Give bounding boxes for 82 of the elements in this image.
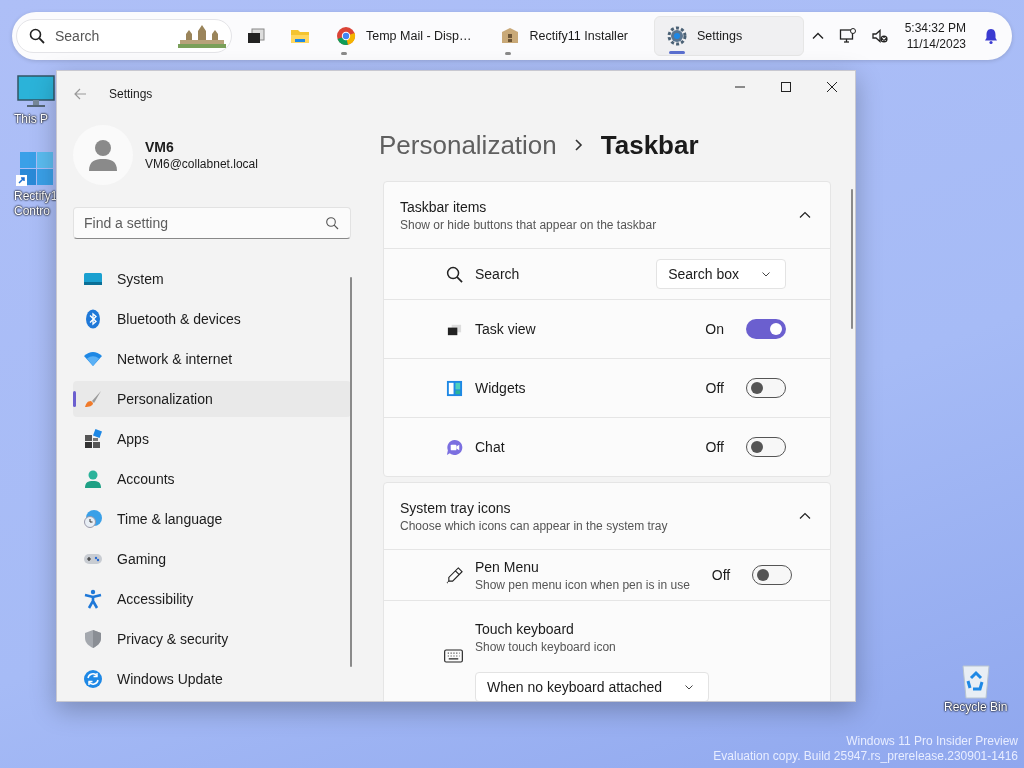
build-info-text: Windows 11 Pro Insider Preview [846, 734, 1018, 749]
chevron-right-icon [572, 137, 585, 153]
taskbar-search-field[interactable]: Search [16, 19, 232, 53]
muted-speaker-icon[interactable] [870, 27, 889, 45]
chat-icon [446, 438, 463, 456]
section-header[interactable]: Taskbar items Show or hide buttons that appear on the taskbar [384, 182, 830, 248]
taskbar-app-button[interactable]: Temp Mail - Disp… [324, 16, 484, 56]
nav-item[interactable]: Bluetooth & devices [73, 301, 351, 337]
nav-item[interactable]: Network & internet [73, 341, 351, 377]
setting-label: Chat [475, 439, 506, 455]
toggle-switch[interactable] [746, 378, 786, 398]
toggle-state-label: Off [705, 380, 724, 396]
toggle-switch[interactable] [752, 565, 793, 585]
globe-clock-icon [83, 509, 103, 529]
search-icon [446, 265, 463, 283]
scrollbar[interactable] [851, 189, 853, 329]
scrollbar[interactable] [350, 277, 352, 667]
gear-icon [667, 26, 687, 46]
breadcrumb-link[interactable]: Personalization [379, 129, 557, 161]
user-email: VM6@collabnet.local [145, 157, 258, 171]
accessibility-icon [83, 589, 103, 609]
toggle-state-label: On [705, 321, 724, 337]
shortcut-icon[interactable] [16, 149, 56, 189]
desktop-icon-label: Contro [14, 204, 51, 219]
section-subtitle: Choose which icons can appear in the system tray [400, 518, 668, 533]
clock-time: 5:34:32 PM [904, 20, 966, 36]
chevron-down-icon [761, 269, 771, 279]
settings-search-field[interactable]: Find a setting [73, 207, 351, 239]
user-name: VM6 [145, 139, 175, 155]
back-arrow-icon[interactable] [73, 87, 87, 101]
bluetooth-icon [83, 309, 103, 329]
setting-label: Task view [475, 321, 537, 337]
setting-label: Widgets [475, 380, 527, 396]
network-icon[interactable] [838, 27, 857, 45]
landmark-icon [178, 24, 226, 48]
nav-item[interactable]: Time & language [73, 501, 351, 537]
setting-description: Show pen menu icon when pen is in use [475, 577, 690, 592]
toggle-state-label: Off [711, 567, 731, 583]
dropdown[interactable]: Search box [656, 259, 786, 289]
desktop-icon-label: This P [14, 112, 48, 127]
apps-grid-icon [83, 429, 103, 449]
person-icon [83, 469, 103, 489]
taskbar-app-button[interactable]: Rectify11 Installer [487, 16, 640, 56]
browser-icon [336, 26, 356, 46]
clock-date: 11/14/2023 [906, 36, 966, 52]
search-icon [29, 28, 45, 44]
package-icon [499, 26, 520, 46]
section-subtitle: Show or hide buttons that appear on the taskbar [400, 217, 657, 232]
clock[interactable]: 5:34:32 PM 11/14/2023 [902, 20, 968, 52]
pen-icon [446, 566, 463, 584]
setting-label: Pen Menu [475, 558, 540, 575]
dropdown[interactable]: When no keyboard attached [475, 671, 710, 701]
nav-item[interactable]: Accounts [73, 461, 351, 497]
section-header[interactable]: System tray icons Choose which icons can appear in the system tray [384, 483, 830, 549]
bell-icon[interactable] [982, 27, 1000, 45]
nav-item[interactable]: System [73, 261, 351, 297]
section-title: System tray icons [400, 499, 512, 516]
search-icon [325, 216, 339, 230]
toggle-state-label: Off [705, 439, 724, 455]
setting-description: Show touch keyboard icon [475, 639, 616, 654]
keyboard-icon [444, 649, 463, 663]
nav-item[interactable]: Accessibility [73, 581, 351, 617]
window-title: Settings [109, 87, 153, 101]
setting-label: Touch keyboard [475, 620, 575, 637]
nav-item[interactable]: Privacy & security [73, 621, 351, 657]
nav-item[interactable]: Apps [73, 421, 351, 457]
toggle-switch[interactable] [746, 437, 786, 457]
task-view-icon [246, 26, 266, 46]
desktop-icon-label: Rectify1 [14, 189, 58, 204]
widgets-icon [446, 379, 463, 397]
page-title: Taskbar [600, 129, 699, 161]
shield-icon [83, 629, 103, 649]
nav-item[interactable]: Windows Update [73, 661, 351, 697]
build-info-text: Evaluation copy. Build 25947.rs_prerelease.230901-1416 [713, 749, 1018, 764]
nav-item[interactable]: Gaming [73, 541, 351, 577]
desktop-icon-label: Recycle Bin [944, 700, 1008, 715]
section-title: Taskbar items [400, 198, 488, 215]
sync-icon [83, 669, 103, 689]
setting-label: Search [475, 266, 521, 282]
nav-item[interactable]: Personalization [73, 381, 351, 417]
toggle-switch[interactable] [746, 319, 786, 339]
taskbar-app-button[interactable]: Settings [654, 16, 804, 56]
